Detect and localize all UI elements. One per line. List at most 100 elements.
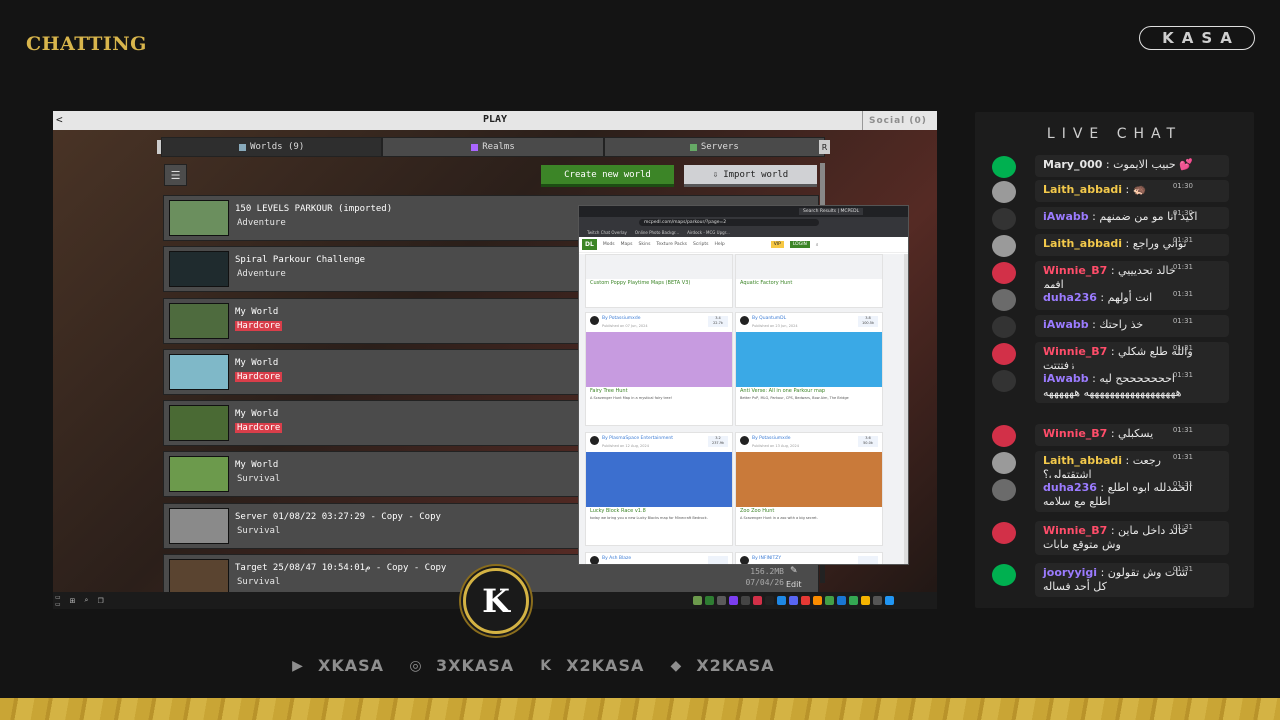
mcpedl-logo[interactable]: DL	[582, 239, 597, 250]
brave-app-icon[interactable]	[813, 596, 822, 605]
social-links: ▶ XKASA ◎ 3XKASA K X2KASA ◆ X2KASA	[288, 656, 775, 675]
app-icon[interactable]	[801, 596, 810, 605]
result-card[interactable]: Custom Poppy Playtime Maps (BETA V3)	[585, 254, 733, 308]
world-thumbnail	[169, 200, 229, 236]
search-icon[interactable]: ⌕	[85, 596, 89, 605]
browser-tab[interactable]: Search Results | MCPEDL	[799, 208, 864, 215]
list-view-icon[interactable]: ☰	[164, 164, 187, 186]
taskbar-apps	[693, 596, 894, 605]
discord-app-icon[interactable]	[789, 596, 798, 605]
chat-bubble: duha236 : انت أولهم	[1035, 288, 1229, 310]
card-image[interactable]	[736, 452, 882, 507]
chat-message: iAwabb : خذ راحتك 01:31	[992, 315, 1229, 338]
chat-separator: :	[1107, 427, 1119, 440]
url-input[interactable]: mcpedl.com/maps/parkour/?page=2	[639, 219, 819, 226]
pencil-icon[interactable]: ✎	[790, 566, 798, 576]
chat-username: iAwabb	[1043, 318, 1089, 331]
tab-right-arrow-icon[interactable]: R	[819, 140, 830, 154]
windows-app-icon[interactable]	[885, 596, 894, 605]
result-card[interactable]: By Potassiumxde Published on 07 Jun, 2024…	[585, 312, 733, 426]
result-card[interactable]: Aquatic Factory Hunt	[735, 254, 883, 308]
app-icon[interactable]	[741, 596, 750, 605]
import-world-button[interactable]: ⇩ Import world	[684, 165, 817, 187]
card-title[interactable]: Lucky Block Race v1.8	[586, 507, 732, 515]
card-title[interactable]: Aquatic Factory Hunt	[736, 279, 882, 287]
login-button[interactable]: LOGIN	[789, 241, 810, 248]
nav-skins[interactable]: Skins	[639, 242, 651, 247]
result-card[interactable]: By INFINITZY	[735, 552, 883, 564]
obs-app-icon[interactable]	[765, 596, 774, 605]
card-title[interactable]: Custom Poppy Playtime Maps (BETA V3)	[586, 279, 732, 287]
nav-scripts[interactable]: Scripts	[693, 242, 708, 247]
edge-app-icon[interactable]	[837, 596, 846, 605]
edit-button[interactable]: Edit	[786, 580, 802, 589]
card-title[interactable]: Fairy Tree Hunt	[586, 387, 732, 395]
result-card[interactable]: By Ash Blaze	[585, 552, 733, 564]
chat-avatar	[992, 262, 1016, 284]
result-card[interactable]: By Potassiumxde Published on 13 Aug, 2024…	[735, 432, 883, 546]
vip-button[interactable]: VIP	[770, 241, 784, 248]
card-image[interactable]	[736, 332, 882, 387]
chat-separator: :	[1097, 566, 1108, 579]
world-meta: 156.2MB 07/04/26	[734, 566, 784, 588]
world-name: My World	[235, 306, 279, 317]
world-thumbnail	[169, 251, 229, 288]
kasa-logo: K	[463, 568, 529, 634]
search-icon[interactable]: ⌕	[816, 242, 819, 248]
card-title[interactable]: Anti Verse: All in one Parkour map	[736, 387, 882, 395]
chat-separator: :	[1088, 372, 1100, 385]
chat-avatar	[992, 156, 1016, 178]
chat-username: Mary_000	[1043, 158, 1103, 171]
app-icon[interactable]	[753, 596, 762, 605]
steam-app-icon[interactable]	[777, 596, 786, 605]
card-description: today we bring you a new Lucky Blocks ma…	[590, 516, 708, 520]
tab-servers[interactable]: Servers	[603, 137, 825, 157]
app-icon[interactable]	[873, 596, 882, 605]
play-title: PLAY	[482, 114, 508, 125]
app-icon[interactable]	[825, 596, 834, 605]
author-avatar	[740, 436, 749, 445]
chat-avatar	[992, 181, 1016, 203]
card-image[interactable]	[586, 332, 732, 387]
social-button[interactable]: Social (0)	[862, 111, 937, 130]
app-icon[interactable]	[717, 596, 726, 605]
author-avatar	[740, 316, 749, 325]
kick-icon: K	[540, 657, 553, 674]
chat-bubble: iAwabb : خذ راحتك	[1035, 315, 1229, 337]
chat-username: Laith_abbadi	[1043, 183, 1123, 196]
tab-realms[interactable]: Realms	[382, 137, 604, 157]
bookmark-item[interactable]: Airdock - MCG Upgr...	[687, 230, 730, 235]
chat-bubble: Mary_000 : حبيب الايموت 💕	[1035, 155, 1229, 177]
nav-maps[interactable]: Maps	[621, 242, 633, 247]
live-chat-panel: LIVE CHAT Mary_000 : حبيب الايموت 💕 Laith…	[975, 112, 1254, 608]
nav-help[interactable]: Help	[714, 242, 724, 247]
xbox-app-icon[interactable]	[705, 596, 714, 605]
bookmark-item[interactable]: Twitch Chat Overlay	[587, 230, 627, 235]
bookmark-item[interactable]: Online Photo Backgr...	[635, 230, 679, 235]
taskview-icon[interactable]: ❐	[97, 597, 103, 605]
tab-worlds[interactable]: Worlds (9)	[161, 137, 383, 157]
download-count: 100.5k	[861, 321, 875, 325]
twitch-app-icon[interactable]	[729, 596, 738, 605]
minecraft-app-icon[interactable]	[693, 596, 702, 605]
result-card[interactable]: By PlasmaSpace Entertainment Published on…	[585, 432, 733, 546]
start-icon[interactable]: ⊞	[70, 597, 76, 605]
card-image[interactable]	[586, 452, 732, 507]
nav-texture-packs[interactable]: Texture Packs	[656, 242, 687, 247]
card-title[interactable]: Zoo Zoo Hunt	[736, 507, 882, 515]
explorer-app-icon[interactable]	[861, 596, 870, 605]
browser-scrollbar[interactable]	[904, 254, 908, 564]
result-card[interactable]: By QuantumDL Published on 23 Jun, 2024 3.8…	[735, 312, 883, 426]
world-mode: Hardcore	[235, 320, 283, 331]
world-mode: Adventure	[237, 218, 286, 228]
weather-widget[interactable]: ▭ ▭	[55, 594, 61, 608]
chrome-app-icon[interactable]	[849, 596, 858, 605]
nav-mods[interactable]: Mods	[603, 242, 615, 247]
card-description: A Scavenger Hunt in a zoo with a big sec…	[740, 516, 818, 520]
chat-message: Laith_abbadi : 🦔 01:30	[992, 180, 1229, 203]
world-name: Target 25/08/47 10:54:01م - Copy - Copy	[235, 563, 447, 574]
chat-username: Winnie_B7	[1043, 345, 1108, 358]
chat-avatar	[992, 522, 1016, 544]
chat-text: 🦔	[1132, 183, 1147, 196]
create-world-button[interactable]: Create new world	[541, 165, 674, 187]
